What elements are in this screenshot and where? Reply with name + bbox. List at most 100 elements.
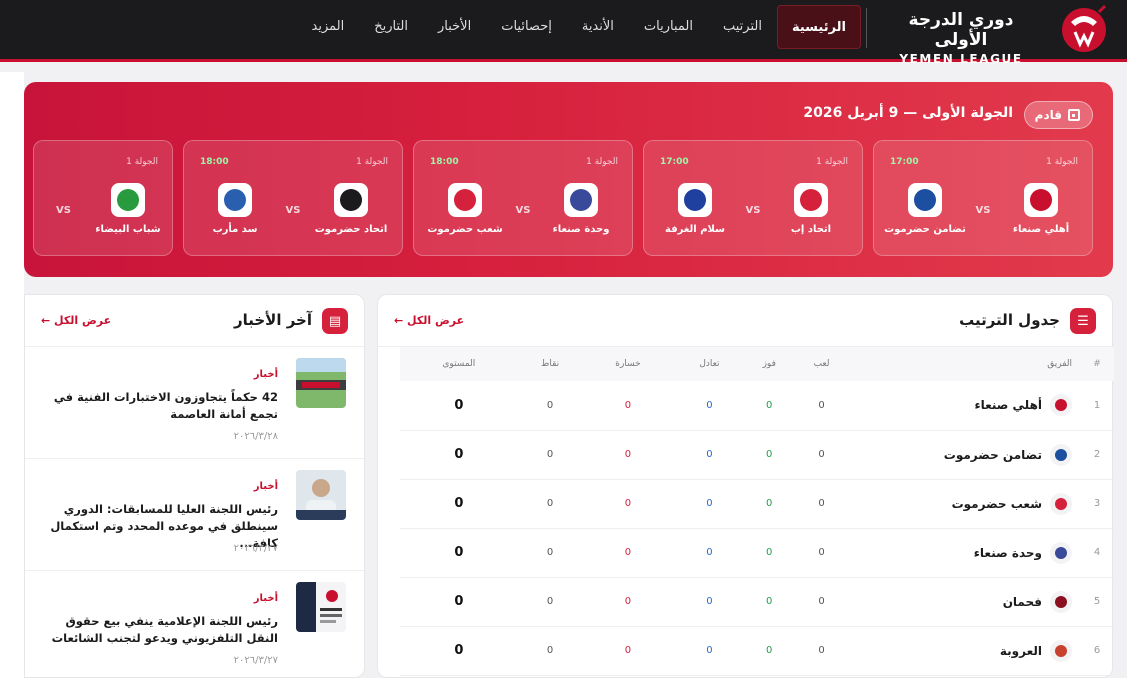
away-team-name: تضامن حضرموت <box>884 224 966 235</box>
home-team-name: وحدة صنعاء <box>552 224 610 235</box>
match-time: 17:00 <box>660 157 689 167</box>
away-team: تضامن حضرموت <box>880 183 970 236</box>
team-cell: فحمان <box>850 577 1080 627</box>
table-row[interactable]: 6 العروبة 0 0 0 0 0 0 <box>400 626 1114 676</box>
match-card[interactable]: الجولة 1 18:00 وحدة صنعاء VS شعب حضرموت <box>413 140 633 256</box>
won-cell: 0 <box>745 430 794 480</box>
news-item[interactable]: أخبار رئيس اللجنة الإعلامية ينفي بيع حقو… <box>25 571 364 678</box>
home-team: اتحاد حضرموت <box>306 183 396 236</box>
lost-cell: 0 <box>582 479 674 529</box>
brand-name-ar: دوري الدرجة الأولى <box>908 10 1014 50</box>
standings-header: ☰ جدول الترتيب عرض الكل ← <box>378 295 1112 347</box>
team-crest-icon <box>448 183 482 217</box>
lost-cell: 0 <box>582 430 674 480</box>
news-item[interactable]: أخبار 42 حكماً يتجاوزون الاختبارات الفني… <box>25 347 364 459</box>
rank-cell: 6 <box>1080 626 1114 676</box>
team-cell: العروبة <box>850 626 1080 676</box>
nav-item-clubs[interactable]: الأندية <box>567 5 629 49</box>
col-drawn: تعادل <box>673 347 746 381</box>
drawn-cell: 0 <box>673 528 746 578</box>
team-cell-content[interactable]: تضامن حضرموت <box>850 443 1072 466</box>
nav-item-home[interactable]: الرئيسية <box>776 5 861 49</box>
lost-cell: 0 <box>582 577 674 627</box>
team-cell-content[interactable]: وحدة صنعاء <box>850 541 1072 564</box>
news-headline[interactable]: 42 حكماً يتجاوزون الاختبارات الفنية في ت… <box>38 389 278 423</box>
match-card[interactable]: الجولة 1 17:00 اتحاد إب VS سلام الغرفة <box>643 140 863 256</box>
league-logo-icon[interactable] <box>1053 2 1115 58</box>
played-cell: 0 <box>793 430 850 480</box>
form-cell: 0 <box>400 577 518 627</box>
points-cell: 0 <box>517 528 583 578</box>
home-team-name: شباب البيضاء <box>95 224 161 235</box>
news-date: ٢٠٢٦/٣/٢٧ <box>233 543 278 554</box>
team-name[interactable]: فحمان <box>1003 595 1042 609</box>
team-name[interactable]: أهلي صنعاء <box>974 398 1042 412</box>
team-crest-icon <box>334 183 368 217</box>
news-header: ▤ آخر الأخبار عرض الكل ← <box>25 295 364 347</box>
nav-item-stats[interactable]: إحصائيات <box>486 5 567 49</box>
standings-view-all-link[interactable]: عرض الكل ← <box>394 314 464 327</box>
table-row[interactable]: 3 شعب حضرموت 0 0 0 0 0 0 <box>400 479 1114 529</box>
away-team: سد مأرب <box>190 183 280 236</box>
match-card[interactable]: الجولة 1 18:00 اتحاد حضرموت VS سد مأرب <box>183 140 403 256</box>
match-card[interactable]: الجولة 1 17:00 أهلي صنعاء VS تضامن حضرمو… <box>873 140 1093 256</box>
team-crest-icon <box>1050 590 1072 613</box>
news-tag: أخبار <box>253 593 278 604</box>
home-team-name: أهلي صنعاء <box>1012 224 1070 235</box>
team-cell-content[interactable]: شعب حضرموت <box>850 492 1072 515</box>
table-row[interactable]: 5 فحمان 0 0 0 0 0 0 <box>400 577 1114 627</box>
nav-item-history[interactable]: التاريخ <box>359 5 423 49</box>
drawn-cell: 0 <box>673 430 746 480</box>
form-cell: 0 <box>400 381 518 431</box>
lost-cell: 0 <box>582 528 674 578</box>
nav-item-news[interactable]: الأخبار <box>423 5 486 49</box>
news-date: ٢٠٢٦/٣/٢٨ <box>233 431 278 442</box>
drawn-cell: 0 <box>673 626 746 676</box>
team-cell: أهلي صنعاء <box>850 381 1080 431</box>
match-round: الجولة 1 <box>816 157 848 167</box>
drawn-cell: 0 <box>673 381 746 431</box>
points-cell: 0 <box>517 430 583 480</box>
team-cell-content[interactable]: أهلي صنعاء <box>850 394 1072 417</box>
team-cell-content[interactable]: العروبة <box>850 639 1072 662</box>
lost-cell: 0 <box>582 381 674 431</box>
team-crest-icon <box>1050 394 1072 417</box>
team-name[interactable]: تضامن حضرموت <box>944 448 1042 462</box>
team-crest-icon <box>1050 541 1072 564</box>
form-cell: 0 <box>400 479 518 529</box>
match-round: الجولة 1 <box>126 157 158 167</box>
won-cell: 0 <box>745 381 794 431</box>
table-row[interactable]: 2 تضامن حضرموت 0 0 0 0 0 0 <box>400 430 1114 480</box>
nav-item-more[interactable]: المزيد <box>297 5 360 49</box>
news-thumbnail-person[interactable] <box>296 470 346 520</box>
news-headline[interactable]: رئيس اللجنة الإعلامية ينفي بيع حقوق النق… <box>38 613 278 647</box>
nav-item-standings[interactable]: الترتيب <box>708 5 777 49</box>
news-thumbnail-poster[interactable] <box>296 582 346 632</box>
form-cell: 0 <box>400 430 518 480</box>
round-title: الجولة الأولى — 9 أبريل 2026 <box>803 105 1013 121</box>
news-thumbnail-field[interactable] <box>296 358 346 408</box>
team-name[interactable]: وحدة صنعاء <box>974 546 1042 560</box>
team-name[interactable]: شعب حضرموت <box>952 497 1042 511</box>
vs-label: VS <box>285 205 301 216</box>
news-item[interactable]: أخبار رئيس اللجنة العليا للمسابقات: الدو… <box>25 459 364 571</box>
team-crest-icon <box>908 183 942 217</box>
match-round: الجولة 1 <box>586 157 618 167</box>
nav-item-matches[interactable]: المباريات <box>629 5 708 49</box>
team-cell-content[interactable]: فحمان <box>850 590 1072 613</box>
team-crest-icon <box>564 183 598 217</box>
brand[interactable]: دوري الدرجة الأولى YEMEN LEAGUE <box>881 10 1041 68</box>
news-view-all-link[interactable]: عرض الكل ← <box>41 314 111 327</box>
team-crest-icon <box>1050 639 1072 662</box>
table-header-row: # الفريق لعب فوز تعادل خسارة نقاط المستو… <box>400 347 1114 381</box>
match-card[interactable]: الجولة 1 شباب البيضاء VS <box>33 140 173 256</box>
drawn-cell: 0 <box>673 479 746 529</box>
played-cell: 0 <box>793 577 850 627</box>
match-time: 18:00 <box>430 157 459 167</box>
team-name[interactable]: العروبة <box>1000 644 1042 658</box>
played-cell: 0 <box>793 381 850 431</box>
table-row[interactable]: 1 أهلي صنعاء 0 0 0 0 0 0 <box>400 381 1114 431</box>
main-menu: الرئيسية الترتيب المباريات الأندية إحصائ… <box>297 5 861 49</box>
table-row[interactable]: 4 وحدة صنعاء 0 0 0 0 0 0 <box>400 528 1114 578</box>
rank-cell: 2 <box>1080 430 1114 480</box>
